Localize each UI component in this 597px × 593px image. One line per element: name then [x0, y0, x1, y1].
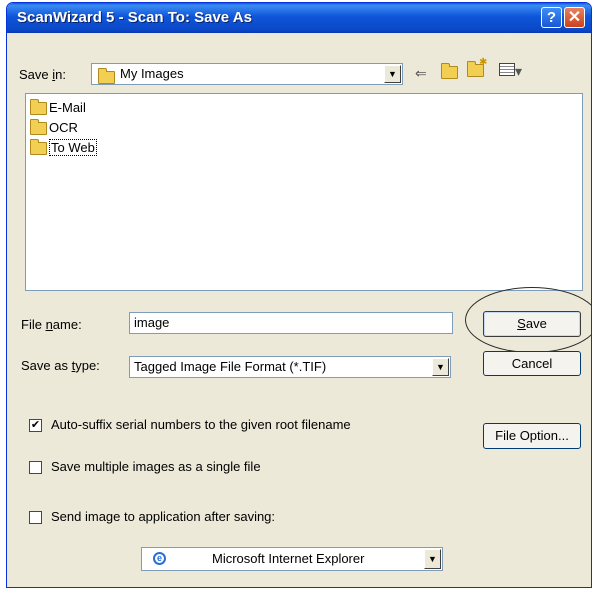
save-in-dropdown[interactable]: My Images ▼ — [91, 63, 403, 85]
close-icon: ✕ — [567, 9, 582, 26]
chevron-down-icon[interactable]: ▼ — [384, 65, 401, 83]
save-button[interactable]: Save — [483, 311, 581, 337]
list-item[interactable]: E-Mail — [30, 99, 86, 118]
file-option-button[interactable]: File Option... — [483, 423, 581, 449]
save-in-value: My Images — [120, 66, 184, 81]
folder-icon — [30, 139, 49, 156]
file-list[interactable]: E-Mail OCR To Web — [25, 93, 583, 291]
new-folder-icon[interactable]: ✱ — [467, 57, 487, 77]
internet-explorer-icon: e — [153, 552, 166, 565]
application-value: Microsoft Internet Explorer — [212, 551, 365, 566]
close-button[interactable]: ✕ — [564, 7, 585, 28]
list-item[interactable]: To Web — [30, 139, 97, 158]
send-to-app-label: Send image to application after saving: — [51, 509, 276, 524]
up-folder-icon[interactable] — [441, 62, 458, 79]
checkmark-icon: ✔ — [30, 419, 41, 431]
window-title: ScanWizard 5 - Scan To: Save As — [17, 9, 252, 26]
save-as-type-label: Save as type: — [21, 358, 100, 373]
application-dropdown[interactable]: e Microsoft Internet Explorer ▼ — [141, 547, 443, 571]
help-button[interactable]: ? — [541, 7, 562, 28]
view-menu-icon[interactable]: ▾ — [499, 63, 522, 80]
save-as-dialog: ScanWizard 5 - Scan To: Save As ? ✕ Save… — [6, 2, 592, 588]
multiple-images-checkbox[interactable] — [29, 461, 42, 474]
question-icon: ? — [546, 9, 557, 26]
file-name-label: File name: — [21, 317, 82, 332]
cancel-button[interactable]: Cancel — [483, 351, 581, 376]
folder-icon — [98, 68, 115, 85]
auto-suffix-checkbox[interactable]: ✔ — [29, 419, 42, 432]
send-to-app-checkbox[interactable] — [29, 511, 42, 524]
folder-icon — [30, 119, 49, 136]
auto-suffix-label: Auto-suffix serial numbers to the given … — [51, 417, 351, 432]
back-arrow-icon[interactable]: ⇐ — [415, 65, 427, 82]
file-name-input[interactable]: image — [129, 312, 453, 334]
folder-icon — [30, 99, 49, 116]
save-as-type-value: Tagged Image File Format (*.TIF) — [134, 359, 327, 374]
chevron-down-icon[interactable]: ▼ — [424, 549, 441, 569]
title-bar[interactable]: ScanWizard 5 - Scan To: Save As ? ✕ — [7, 3, 591, 33]
list-item[interactable]: OCR — [30, 119, 78, 138]
chevron-down-icon[interactable]: ▼ — [432, 358, 449, 376]
multiple-images-label: Save multiple images as a single file — [51, 459, 261, 474]
save-as-type-dropdown[interactable]: Tagged Image File Format (*.TIF) ▼ — [129, 356, 451, 378]
file-name-value: image — [134, 315, 170, 330]
save-in-label: Save in: — [19, 67, 66, 82]
